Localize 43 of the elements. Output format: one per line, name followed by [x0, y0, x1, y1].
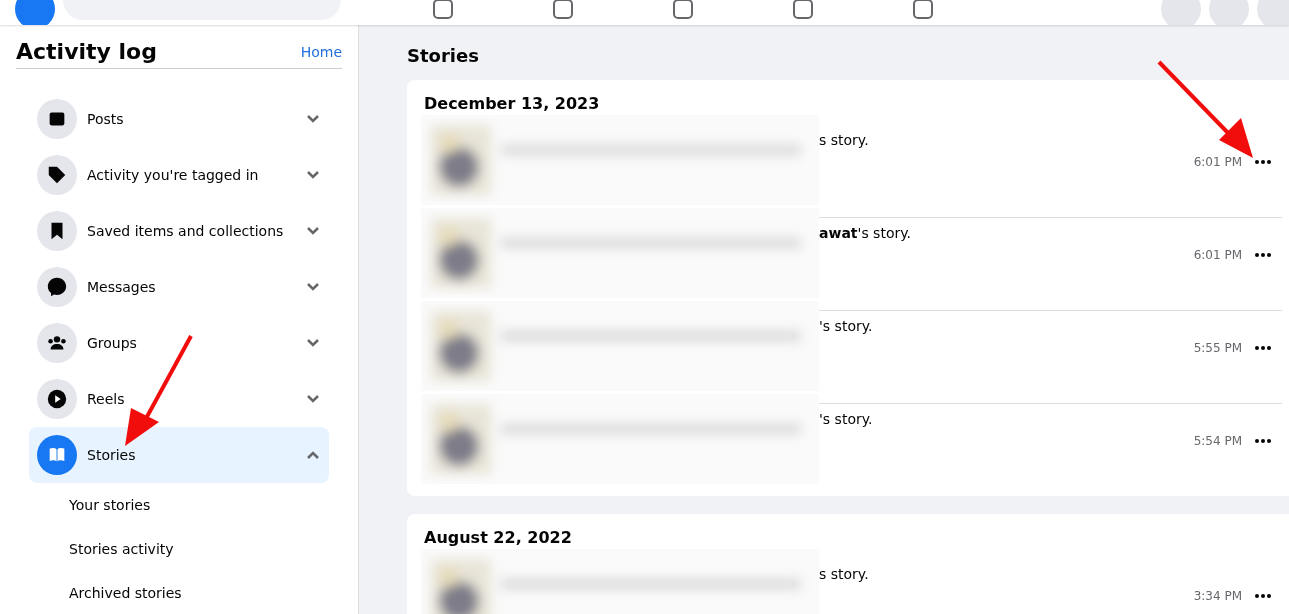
activity-text: s story.	[819, 566, 870, 584]
section-title: Stories	[407, 45, 480, 66]
menu-item[interactable]: Stories	[29, 427, 329, 483]
more-icon	[1254, 252, 1272, 258]
nav-icon[interactable]	[671, 0, 695, 21]
menu-item[interactable]: Saved items and collections	[29, 203, 329, 259]
activity-text: s story.	[819, 132, 870, 150]
menu-item[interactable]: Activity you're tagged in	[29, 147, 329, 203]
chat-bubble-icon	[46, 276, 68, 298]
submenu-item[interactable]: Your stories	[29, 483, 329, 527]
more-button[interactable]	[1252, 250, 1274, 260]
activity-text: awat's story.	[819, 225, 912, 243]
timestamp: 6:01 PM	[1193, 155, 1242, 171]
nav-icon[interactable]	[551, 0, 575, 21]
nav-icon[interactable]	[791, 0, 815, 21]
home-link[interactable]: Home	[300, 43, 342, 60]
submenu-item[interactable]: Stories activity	[29, 527, 329, 571]
page-title: Activity log	[16, 39, 157, 64]
timestamp: 3:34 PM	[1193, 589, 1242, 605]
activity-text: 's story.	[819, 318, 874, 336]
more-icon	[1254, 159, 1272, 165]
more-button[interactable]	[1252, 436, 1274, 446]
timestamp: 6:01 PM	[1193, 248, 1242, 264]
menu-item[interactable]: Posts	[29, 91, 329, 147]
timestamp: 5:54 PM	[1193, 434, 1242, 450]
date-heading: August 22, 2022	[424, 528, 573, 547]
more-button[interactable]	[1252, 157, 1274, 167]
menu-item[interactable]: Reels	[29, 371, 329, 427]
menu-item[interactable]: Groups	[29, 315, 329, 371]
more-icon	[1254, 438, 1272, 444]
nav-icon[interactable]	[911, 0, 935, 21]
date-heading: December 13, 2023	[424, 94, 601, 113]
more-button[interactable]	[1252, 343, 1274, 353]
tag-icon	[46, 164, 68, 186]
menu-item[interactable]: Messages	[29, 259, 329, 315]
nav-icon[interactable]	[431, 0, 455, 21]
play-icon	[46, 388, 68, 410]
activity-text: 's story.	[819, 411, 874, 429]
timestamp: 5:55 PM	[1193, 341, 1242, 357]
submenu-item[interactable]: Archived stories	[29, 571, 329, 614]
more-icon	[1254, 593, 1272, 599]
more-button[interactable]	[1252, 591, 1274, 601]
more-icon	[1254, 345, 1272, 351]
